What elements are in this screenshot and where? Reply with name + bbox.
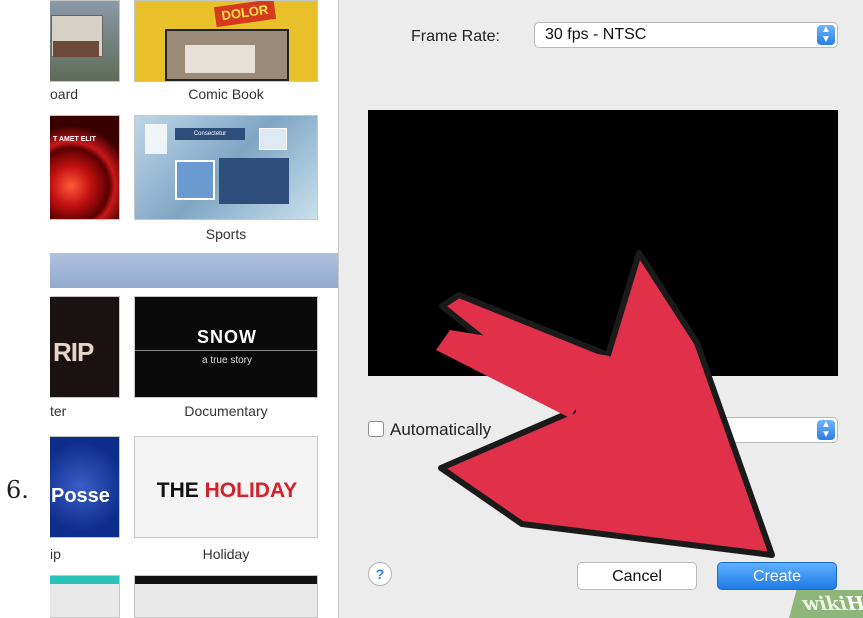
wikihow-watermark: wikiHow bbox=[789, 590, 863, 618]
red-arrow-icon bbox=[436, 250, 775, 558]
step-number: 6. bbox=[6, 476, 29, 504]
watermark-wiki: wiki bbox=[799, 593, 850, 615]
new-project-dialog: oard DOLOR Comic Book T AMET ELIT Consec… bbox=[50, 0, 863, 618]
